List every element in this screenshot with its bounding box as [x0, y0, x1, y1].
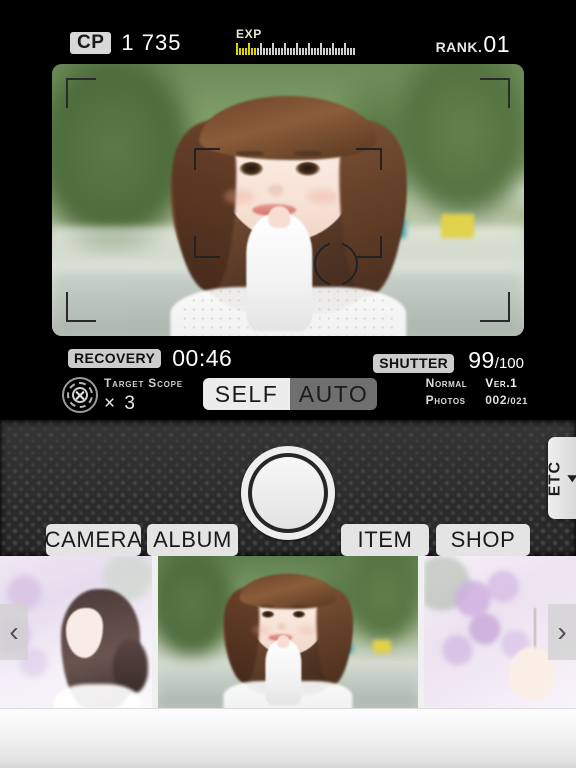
- exp-tick: [347, 48, 349, 55]
- exp-tick: [275, 48, 277, 55]
- exp-tick: [290, 48, 292, 55]
- shutter-counter: SHUTTER 99/100: [373, 347, 524, 374]
- target-scope-icon: [62, 377, 98, 413]
- thumbnail-center[interactable]: [158, 556, 418, 708]
- target-scope-count: × 3: [104, 393, 137, 414]
- recovery-indicator: RECOVERY 00:46: [68, 347, 232, 370]
- etc-label: ETC: [546, 460, 564, 496]
- exp-tick: [272, 43, 274, 55]
- exp-tick: [260, 43, 262, 55]
- meta-normal-label: Normal: [425, 376, 468, 390]
- exp-tick: [350, 48, 352, 55]
- exp-tick: [257, 48, 259, 55]
- exp-tick: [296, 43, 298, 55]
- exp-tick: [314, 48, 316, 55]
- exp-tick: [242, 48, 244, 55]
- rank-value: 01: [483, 31, 510, 57]
- nav-button-camera[interactable]: CAMERA: [45, 524, 142, 556]
- exp-tick: [329, 48, 331, 55]
- capture-mode-toggle[interactable]: SELF AUTO: [203, 378, 377, 410]
- meta-version-value: Ver.1: [485, 376, 518, 390]
- exp-tick: [248, 43, 250, 55]
- cp-badge-label: CP: [70, 31, 112, 55]
- exp-tick: [278, 48, 280, 55]
- thumbnail-prev-arrow[interactable]: ‹: [0, 604, 28, 660]
- exp-meter: EXP: [236, 27, 411, 55]
- exp-tick: [344, 43, 346, 55]
- exp-tick: [338, 48, 340, 55]
- exp-tick: [323, 48, 325, 55]
- exp-tick: [239, 48, 241, 55]
- exp-tick: [326, 48, 328, 55]
- target-scope-label: Target Scope: [104, 376, 183, 390]
- main-nav-bar: CAMERA ALBUM ITEM SHOP: [0, 524, 576, 558]
- corner-bracket-icon: [480, 78, 510, 108]
- app-root: CP 1 735 EXP RANK. 01 RECOVERY 00:46 SHU…: [0, 0, 576, 768]
- nav-button-shop[interactable]: SHOP: [436, 524, 530, 556]
- rank-label: RANK.: [435, 39, 483, 55]
- exp-tick: [245, 48, 247, 55]
- target-scope-indicator[interactable]: Target Scope × 3: [62, 376, 212, 418]
- shutter-count: 99: [468, 347, 495, 373]
- meta-photos-label: Photos: [425, 393, 466, 407]
- exp-tick: [305, 48, 307, 55]
- exp-tick: [284, 43, 286, 55]
- cp-indicator: CP 1 735: [70, 30, 181, 56]
- exp-tick: [287, 48, 289, 55]
- info-row-bottom: Target Scope × 3 SELF AUTO Normal Ver.1 …: [0, 376, 576, 418]
- recovery-time: 00:46: [172, 345, 233, 371]
- triangle-left-icon: [567, 474, 576, 482]
- exp-tick: [335, 48, 337, 55]
- exp-tick: [254, 48, 256, 55]
- thumbnail-next-arrow[interactable]: ›: [548, 604, 576, 660]
- bottom-panel: [0, 708, 576, 768]
- exp-tick: [281, 48, 283, 55]
- photo-thumbnail-strip: [0, 556, 576, 708]
- corner-bracket-icon: [66, 292, 96, 322]
- shutter-max: /100: [494, 355, 524, 372]
- camera-viewfinder[interactable]: [52, 64, 524, 336]
- shutter-label: SHUTTER: [373, 354, 455, 374]
- exp-bar: [236, 43, 411, 55]
- exp-tick: [251, 48, 253, 55]
- exp-tick: [266, 48, 268, 55]
- cp-value: 1 735: [121, 30, 182, 55]
- mode-auto-button[interactable]: AUTO: [290, 378, 377, 410]
- nav-button-item[interactable]: ITEM: [341, 524, 429, 556]
- exp-tick: [341, 48, 343, 55]
- exp-label: EXP: [236, 27, 262, 41]
- recovery-label: RECOVERY: [68, 348, 162, 369]
- rank-indicator: RANK. 01: [436, 31, 510, 58]
- exp-tick: [332, 43, 334, 55]
- info-row-top: RECOVERY 00:46 SHUTTER 99/100: [0, 346, 576, 374]
- mode-self-button[interactable]: SELF: [203, 378, 290, 410]
- exp-tick: [317, 48, 319, 55]
- exp-tick: [320, 43, 322, 55]
- exp-tick: [299, 48, 301, 55]
- exp-tick: [308, 43, 310, 55]
- corner-bracket-icon: [66, 78, 96, 108]
- corner-bracket-icon: [480, 292, 510, 322]
- exp-tick: [353, 48, 355, 55]
- camera-info-panel: RECOVERY 00:46 SHUTTER 99/100 Target Sco…: [0, 340, 576, 420]
- camera-meta-info: Normal Ver.1 Photos 002/021: [426, 376, 528, 407]
- exp-tick: [269, 48, 271, 55]
- meta-photos-value: 002/021: [485, 393, 528, 407]
- exp-tick: [236, 43, 238, 55]
- etc-tab-button[interactable]: ETC: [546, 437, 576, 519]
- exp-tick: [311, 48, 313, 55]
- exp-tick: [302, 48, 304, 55]
- exp-tick: [293, 48, 295, 55]
- nav-button-album[interactable]: ALBUM: [147, 524, 238, 556]
- hud-top-bar: CP 1 735 EXP RANK. 01: [0, 0, 576, 60]
- exp-tick: [263, 48, 265, 55]
- focus-frame-icon: [194, 148, 382, 258]
